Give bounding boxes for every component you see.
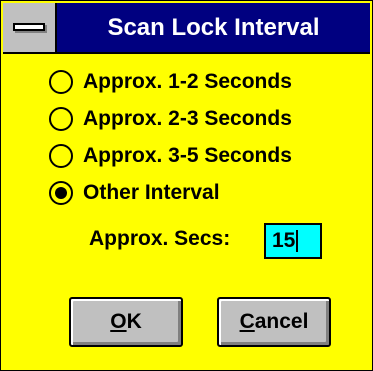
radio-label: Approx. 1-2 Seconds (83, 70, 292, 93)
system-menu-button[interactable] (3, 3, 57, 52)
radio-option-3-5-seconds[interactable]: Approx. 3-5 Seconds (49, 139, 292, 173)
cancel-label-rest: ancel (254, 310, 309, 333)
radio-label: Approx. 2-3 Seconds (83, 107, 292, 130)
approx-secs-label: Approx. Secs: (89, 227, 231, 250)
radio-button-icon[interactable] (49, 107, 73, 131)
radio-label: Approx. 3-5 Seconds (83, 144, 292, 167)
radio-button-selected-icon[interactable] (49, 181, 73, 205)
radio-button-icon[interactable] (49, 70, 73, 94)
cancel-mnemonic: C (239, 310, 255, 333)
cancel-button[interactable]: Cancel (217, 297, 331, 347)
text-caret (296, 230, 299, 253)
ok-label-rest: K (126, 310, 142, 333)
radio-option-2-3-seconds[interactable]: Approx. 2-3 Seconds (49, 102, 292, 136)
radio-option-other-interval[interactable]: Other Interval (49, 176, 220, 210)
scan-lock-interval-dialog: Scan Lock Interval Approx. 1-2 Seconds A… (0, 0, 373, 371)
window-title: Scan Lock Interval (107, 14, 320, 41)
radio-label: Other Interval (83, 181, 220, 204)
ok-mnemonic: O (110, 310, 127, 333)
system-menu-icon (13, 23, 45, 31)
radio-option-1-2-seconds[interactable]: Approx. 1-2 Seconds (49, 65, 292, 99)
ok-button[interactable]: OK (69, 297, 183, 347)
approx-secs-value: 15 (272, 229, 296, 252)
title-bar: Scan Lock Interval (3, 3, 370, 54)
radio-button-icon[interactable] (49, 144, 73, 168)
approx-secs-input[interactable]: 15 (264, 223, 322, 259)
